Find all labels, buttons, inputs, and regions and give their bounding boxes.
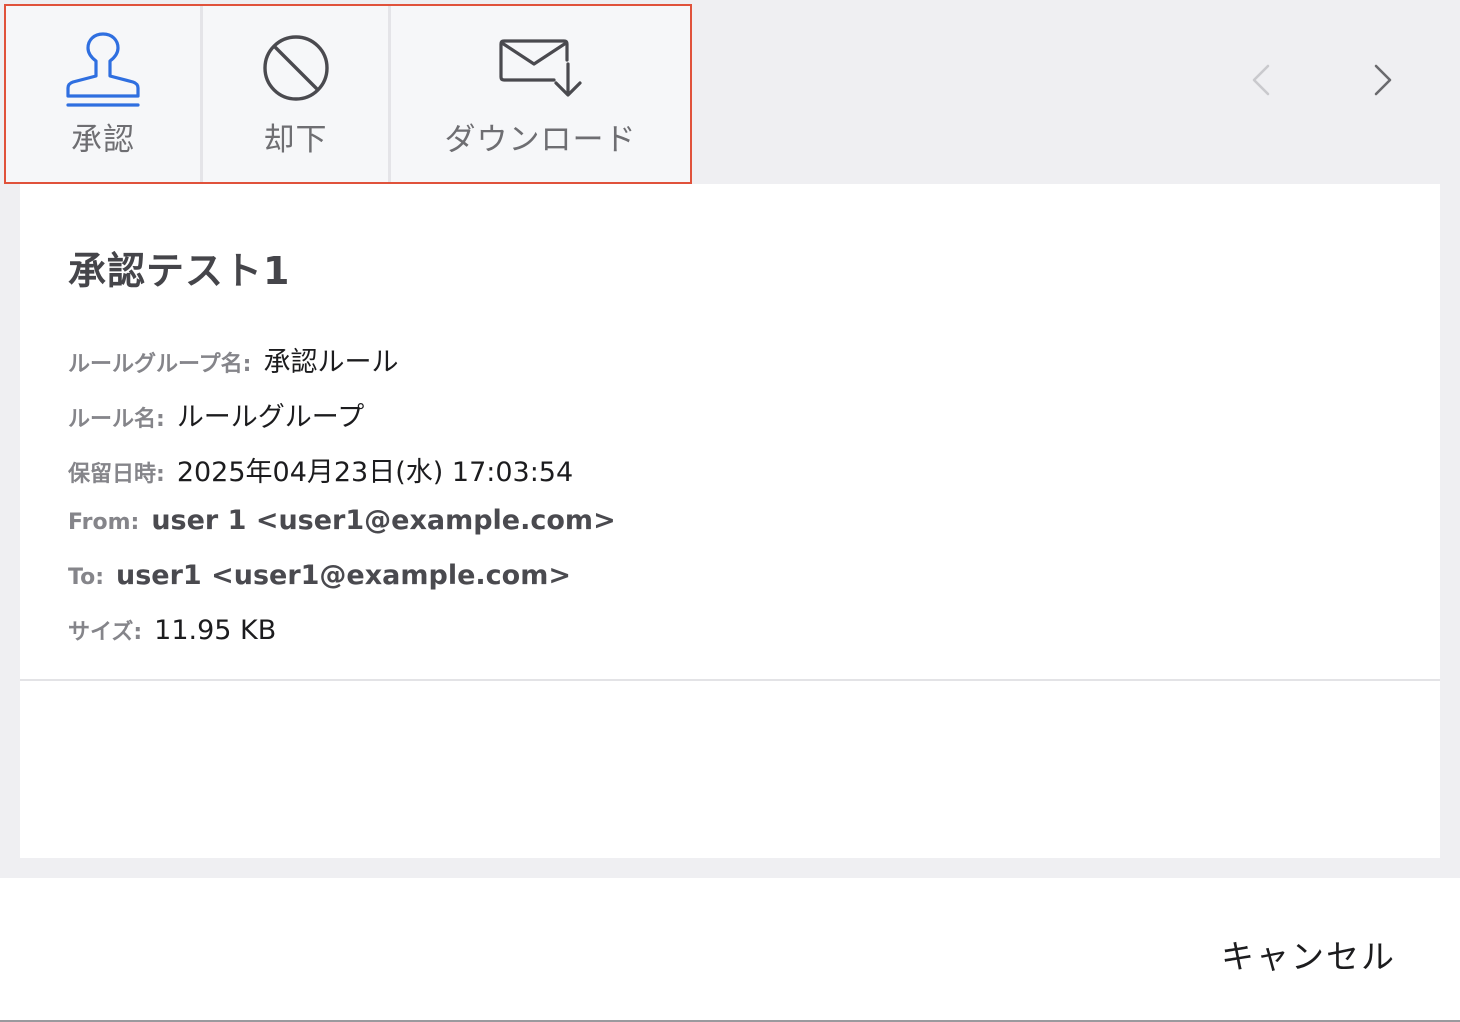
- download-button[interactable]: ダウンロード: [391, 6, 690, 182]
- prohibit-icon: [258, 30, 334, 110]
- message-title: 承認テスト1: [68, 249, 291, 293]
- field-label: ルール名:: [68, 407, 165, 432]
- field-value: user1 <user1@example.com>: [116, 560, 571, 591]
- from-field: From: user 1 <user1@example.com>: [68, 505, 616, 536]
- field-label: From:: [68, 510, 140, 535]
- approve-button[interactable]: 承認: [6, 6, 203, 182]
- rule-group-name-field: ルールグループ名: 承認ルール: [68, 340, 398, 379]
- field-value: ルールグループ: [176, 402, 365, 433]
- field-label: ルールグループ名:: [68, 352, 252, 377]
- field-value: user 1 <user1@example.com>: [151, 505, 616, 536]
- divider: [20, 679, 1440, 681]
- chevron-left-icon: [1252, 64, 1270, 96]
- dialog-footer: キャンセル: [0, 878, 1460, 1022]
- field-value: 11.95 KB: [154, 615, 277, 646]
- to-field: To: user1 <user1@example.com>: [68, 560, 571, 591]
- action-button-group: 承認 却下 ダウンロード: [4, 4, 692, 184]
- field-label: 保留日時:: [68, 462, 165, 487]
- stamp-icon: [61, 30, 145, 118]
- field-value: 承認ルール: [263, 347, 399, 378]
- hold-datetime-field: 保留日時: 2025年04月23日(水) 17:03:54: [68, 450, 573, 489]
- reject-label: 却下: [263, 122, 328, 158]
- chevron-right-icon: [1374, 64, 1392, 96]
- toolbar: 承認 却下 ダウンロード: [0, 0, 1460, 184]
- download-label: ダウンロード: [444, 122, 637, 158]
- size-field: サイズ: 11.95 KB: [68, 614, 276, 646]
- field-label: サイズ:: [68, 620, 143, 645]
- mail-download-icon: [498, 36, 584, 104]
- reject-button[interactable]: 却下: [203, 6, 391, 182]
- rule-name-field: ルール名: ルールグループ: [68, 395, 364, 434]
- approve-label: 承認: [71, 122, 135, 158]
- next-button[interactable]: [1362, 62, 1402, 102]
- field-value: 2025年04月23日(水) 17:03:54: [176, 457, 574, 488]
- previous-button[interactable]: [1242, 62, 1282, 102]
- message-detail-panel: 承認テスト1 ルールグループ名: 承認ルール ルール名: ルールグループ 保留日…: [20, 184, 1440, 858]
- cancel-button[interactable]: キャンセル: [1221, 930, 1396, 978]
- field-label: To:: [68, 565, 104, 590]
